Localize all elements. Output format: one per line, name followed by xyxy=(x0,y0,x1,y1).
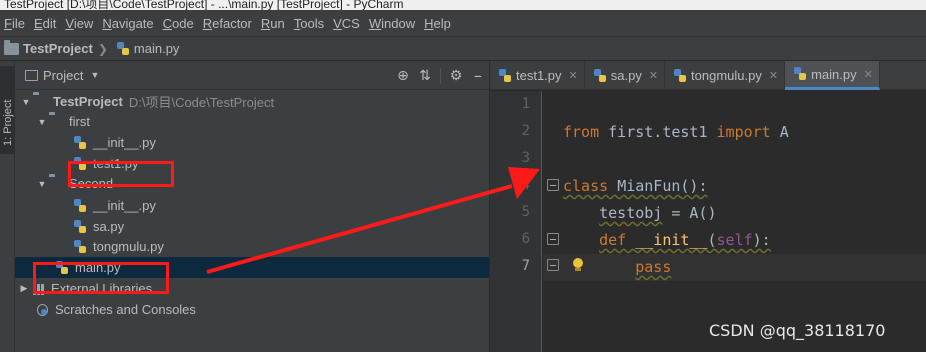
close-icon[interactable]: ✕ xyxy=(864,68,873,81)
close-icon[interactable]: ✕ xyxy=(769,69,778,82)
collapse-all-icon[interactable]: ⇅ xyxy=(414,61,436,90)
line-number: 2 xyxy=(521,123,530,139)
scratches-icon xyxy=(35,303,51,317)
code-line-2: from first.test1 import A xyxy=(563,123,789,141)
menu-file[interactable]: File xyxy=(0,16,30,31)
python-file-icon xyxy=(498,68,512,83)
editor-area: test1.py ✕ sa.py ✕ tongmulu.py ✕ main.py… xyxy=(490,61,926,352)
line-number: 5 xyxy=(521,204,530,220)
menu-edit[interactable]: Edit xyxy=(30,16,61,31)
editor-tab-bar: test1.py ✕ sa.py ✕ tongmulu.py ✕ main.py… xyxy=(490,61,926,90)
line-number: 3 xyxy=(521,150,530,166)
project-panel-toolbar: ⊕ ⇅ ⚙ – xyxy=(392,61,489,90)
window-title: TestProject [D:\项目\Code\TestProject] - .… xyxy=(4,0,404,10)
fold-marker-icon[interactable] xyxy=(547,233,559,245)
line-number: 4 xyxy=(521,177,530,193)
line-number: 1 xyxy=(521,96,530,112)
project-view-selector[interactable]: Project ▼ xyxy=(25,68,99,83)
annotation-box-main xyxy=(33,262,169,294)
tree-item-tongmulu[interactable]: tongmulu.py xyxy=(15,236,489,257)
gear-icon[interactable]: ⚙ xyxy=(445,61,467,90)
breadcrumb-file[interactable]: main.py xyxy=(116,41,179,56)
tab-test1[interactable]: test1.py ✕ xyxy=(490,61,585,90)
project-tool-tab[interactable]: 1: Project xyxy=(0,66,15,154)
menu-view[interactable]: View xyxy=(61,16,98,31)
tree-item-first-init[interactable]: __init__.py xyxy=(15,132,489,153)
toolbar-divider xyxy=(440,67,441,84)
menu-run[interactable]: Run xyxy=(257,16,290,31)
line-number: 7 xyxy=(521,258,530,274)
code-line-7: pass xyxy=(635,258,672,276)
tree-item-sa[interactable]: sa.py xyxy=(15,216,489,237)
fold-marker-icon[interactable] xyxy=(547,259,559,271)
tab-main[interactable]: main.py ✕ xyxy=(785,61,880,90)
menu-bar: File Edit View Navigate Code Refactor Ru… xyxy=(0,10,926,36)
python-file-icon xyxy=(593,68,607,83)
close-icon[interactable]: ✕ xyxy=(569,69,578,82)
breadcrumb-project[interactable]: TestProject xyxy=(4,40,93,56)
fold-marker-icon[interactable] xyxy=(547,179,559,191)
menu-help[interactable]: Help xyxy=(420,16,456,31)
window-titlebar: TestProject [D:\项目\Code\TestProject] - .… xyxy=(0,0,926,10)
expand-arrow-icon[interactable]: ▼ xyxy=(35,117,49,127)
close-icon[interactable]: ✕ xyxy=(649,69,658,82)
tab-tongmulu[interactable]: tongmulu.py ✕ xyxy=(665,61,786,90)
menu-refactor[interactable]: Refactor xyxy=(199,16,257,31)
python-file-icon xyxy=(793,67,807,81)
breadcrumb-separator-icon: ❯ xyxy=(97,41,108,56)
locate-target-icon[interactable]: ⊕ xyxy=(392,61,414,90)
expand-arrow-icon[interactable]: ▶ xyxy=(17,283,31,294)
tree-item-second-init[interactable]: __init__.py xyxy=(15,195,489,216)
python-file-icon xyxy=(673,68,687,83)
breadcrumb: TestProject ❯ main.py xyxy=(0,36,926,61)
project-panel-header: Project ▼ ⊕ ⇅ ⚙ – xyxy=(15,61,489,90)
line-number-gutter: 1 2 3 4 5 6 7 xyxy=(490,91,542,352)
tab-sa[interactable]: sa.py ✕ xyxy=(585,61,666,90)
code-line-6: def __init__(self): xyxy=(599,231,771,249)
menu-vcs[interactable]: VCS xyxy=(329,16,365,31)
tree-item-testproject[interactable]: ▼ TestProject D:\项目\Code\TestProject xyxy=(15,91,489,112)
expand-arrow-icon[interactable]: ▼ xyxy=(19,97,33,107)
menu-navigate[interactable]: Navigate xyxy=(98,16,158,31)
tree-item-scratches[interactable]: Scratches and Consoles xyxy=(15,299,489,320)
watermark: CSDN @qq_38118170 xyxy=(709,321,886,340)
menu-code[interactable]: Code xyxy=(159,16,199,31)
hide-panel-icon[interactable]: – xyxy=(467,61,489,90)
menu-tools[interactable]: Tools xyxy=(290,16,329,31)
code-line-5: testobj = A() xyxy=(599,204,717,222)
annotation-box-test1 xyxy=(68,161,174,187)
left-tool-strip: 1: Project xyxy=(0,61,15,352)
chevron-down-icon: ▼ xyxy=(90,70,100,80)
expand-arrow-icon[interactable]: ▼ xyxy=(35,179,49,189)
tree-item-first[interactable]: ▼ first xyxy=(15,111,489,132)
project-view-icon xyxy=(25,69,38,81)
folder-icon xyxy=(4,40,19,55)
project-panel: Project ▼ ⊕ ⇅ ⚙ – ▼ TestProject D:\项目\Co… xyxy=(15,61,489,352)
python-file-icon xyxy=(116,41,130,56)
menu-window[interactable]: Window xyxy=(365,16,420,31)
code-line-4: class MianFun(): xyxy=(563,177,708,195)
line-number: 6 xyxy=(521,231,530,247)
